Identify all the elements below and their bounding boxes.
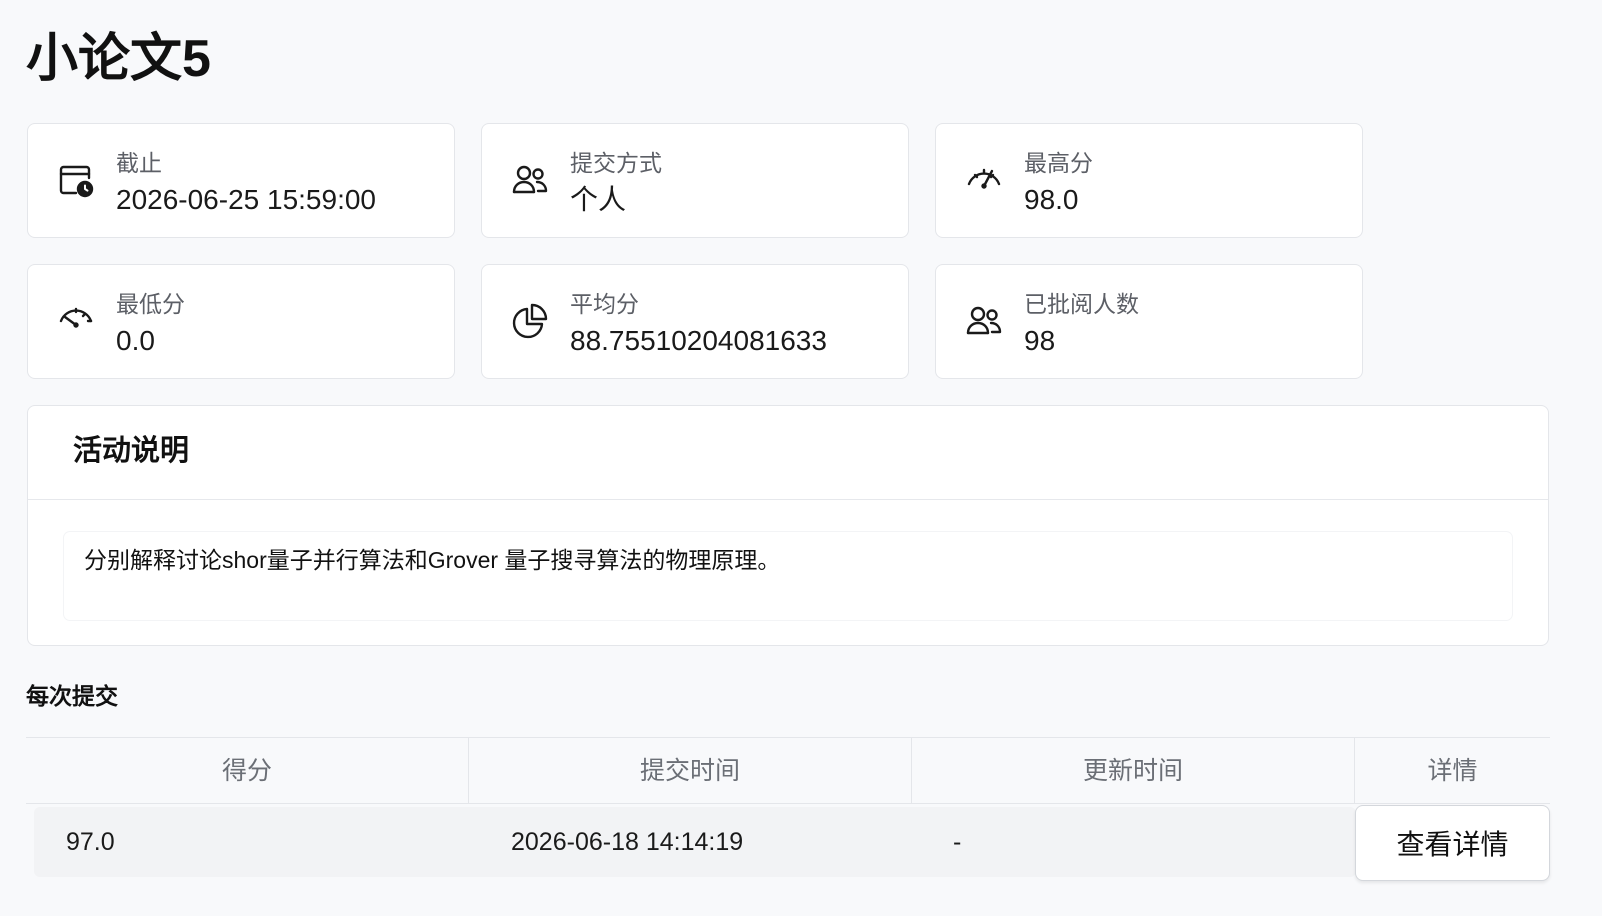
cell-updated-at: - bbox=[953, 828, 962, 856]
stat-value: 88.75510204081633 bbox=[570, 325, 827, 356]
activity-description-panel: 活动说明 分别解释讨论shor量子并行算法和Grover 量子搜寻算法的物理原理… bbox=[27, 405, 1549, 646]
stat-card-highest-score: 最高分 98.0 bbox=[935, 123, 1363, 238]
stat-card-submission-mode: 提交方式 个人 bbox=[481, 123, 909, 238]
stat-value: 个人 bbox=[570, 184, 627, 215]
pie-chart-icon bbox=[510, 301, 550, 341]
view-details-button[interactable]: 查看详情 bbox=[1355, 805, 1550, 881]
table-row: 97.0 2026-06-18 14:14:19 - bbox=[34, 807, 1356, 877]
stat-value: 0.0 bbox=[116, 325, 155, 356]
activity-description-title: 活动说明 bbox=[73, 435, 190, 467]
gauge-low-icon bbox=[56, 301, 96, 341]
stat-value: 98.0 bbox=[1024, 184, 1079, 215]
stat-label: 最低分 bbox=[116, 291, 185, 317]
cell-score: 97.0 bbox=[66, 828, 115, 856]
stat-label: 平均分 bbox=[570, 291, 639, 317]
submissions-title: 每次提交 bbox=[26, 683, 118, 709]
column-header-score: 得分 bbox=[221, 757, 272, 785]
cell-submitted-at: 2026-06-18 14:14:19 bbox=[511, 828, 744, 856]
table-header: 得分 提交时间 更新时间 详情 bbox=[26, 737, 1550, 804]
users-icon bbox=[510, 160, 550, 200]
submissions-table: 得分 提交时间 更新时间 详情 97.0 2026-06-18 14:14:19… bbox=[26, 737, 1550, 881]
stat-label: 已批阅人数 bbox=[1024, 291, 1139, 317]
column-header-updated-at: 更新时间 bbox=[911, 738, 1354, 804]
gauge-high-icon bbox=[964, 160, 1004, 200]
stat-card-deadline: 截止 2026-06-25 15:59:00 bbox=[27, 123, 455, 238]
page-title: 小论文5 bbox=[26, 30, 211, 88]
column-header-detail: 详情 bbox=[1354, 738, 1550, 804]
activity-description-body: 分别解释讨论shor量子并行算法和Grover 量子搜寻算法的物理原理。 bbox=[64, 532, 1512, 620]
column-header-submitted-at: 提交时间 bbox=[468, 738, 911, 804]
calendar-clock-icon bbox=[56, 160, 96, 200]
stat-label: 提交方式 bbox=[570, 150, 662, 176]
stat-card-graded-count: 已批阅人数 98 bbox=[935, 264, 1363, 379]
stat-label: 截止 bbox=[116, 150, 162, 176]
stat-card-lowest-score: 最低分 0.0 bbox=[27, 264, 455, 379]
stat-value: 2026-06-25 15:59:00 bbox=[116, 184, 376, 215]
users-icon bbox=[964, 301, 1004, 341]
stat-label: 最高分 bbox=[1024, 150, 1093, 176]
divider bbox=[28, 499, 1548, 500]
stat-value: 98 bbox=[1024, 325, 1056, 356]
stat-card-average-score: 平均分 88.75510204081633 bbox=[481, 264, 909, 379]
